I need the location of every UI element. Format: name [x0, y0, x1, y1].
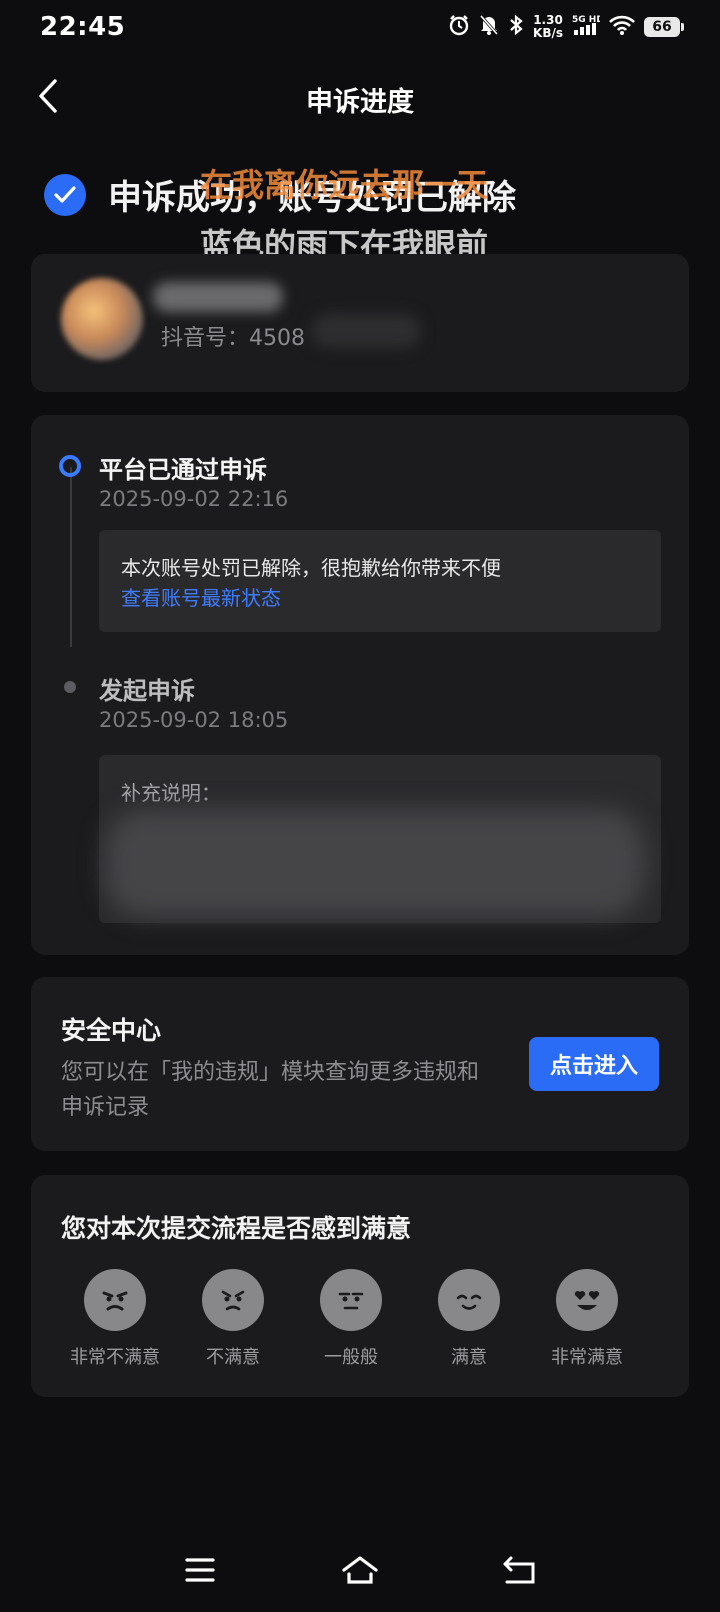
- status-bar: 22:45 1.30 KB/s 5G HD 66: [0, 0, 720, 58]
- user-card: 抖音号：4508: [31, 254, 689, 392]
- rating-label: 满意: [451, 1347, 487, 1368]
- step1-note: 本次账号处罚已解除，很抱歉给你带来不便 查看账号最新状态: [99, 530, 661, 632]
- system-nav-bar: [0, 1540, 720, 1600]
- feedback-title: 您对本次提交流程是否感到满意: [61, 1214, 412, 1243]
- mute-bell-icon: [479, 14, 499, 40]
- home-button[interactable]: [335, 1548, 385, 1592]
- progress-card: 平台已通过申诉 2025-09-02 22:16 本次账号处罚已解除，很抱歉给你…: [31, 415, 689, 955]
- step2-note: 补充说明：: [99, 755, 661, 923]
- rating-label: 不满意: [206, 1347, 260, 1368]
- safety-center-card: 安全中心 您可以在「我的违规」模块查询更多违规和申诉记录 点击进入: [31, 977, 689, 1151]
- rating-dissatisfied[interactable]: 不满意: [173, 1269, 293, 1369]
- supplement-redacted: [105, 809, 645, 917]
- step1-note-text: 本次账号处罚已解除，很抱歉给你带来不便: [121, 556, 501, 580]
- step1-title: 平台已通过申诉: [99, 456, 267, 484]
- smiling-face-icon: [438, 1269, 500, 1331]
- lyric-overlay-line1: 在我离你远去那一天: [200, 166, 489, 204]
- rating-satisfied[interactable]: 满意: [409, 1269, 529, 1369]
- page-title: 申诉进度: [306, 87, 414, 118]
- back-arrow-icon: [503, 1556, 535, 1584]
- alarm-icon: [448, 14, 470, 40]
- rating-label: 非常不满意: [70, 1347, 160, 1368]
- view-account-status-link[interactable]: 查看账号最新状态: [121, 582, 281, 611]
- safety-desc: 您可以在「我的违规」模块查询更多违规和申诉记录: [61, 1060, 480, 1120]
- step2-time: 2025-09-02 18:05: [99, 708, 289, 732]
- timeline-line: [70, 467, 72, 647]
- step2-title: 发起申诉: [99, 677, 195, 705]
- clock: 22:45: [40, 12, 126, 42]
- back-nav-button[interactable]: [495, 1548, 545, 1592]
- id-redacted: [311, 314, 421, 348]
- heart-eyes-face-icon: [556, 1269, 618, 1331]
- feedback-card: 您对本次提交流程是否感到满意 非常不满意 不满意 一般般 满意 非常满意: [31, 1175, 689, 1397]
- status-icons: 1.30 KB/s 5G HD 66: [448, 14, 684, 40]
- timeline-dot-active: [59, 455, 81, 477]
- check-circle-icon: [44, 173, 86, 216]
- avatar: [61, 278, 143, 360]
- emoji-rating-row: 非常不满意 不满意 一般般 满意 非常满意: [31, 1269, 689, 1379]
- home-icon: [342, 1556, 378, 1584]
- neutral-face-icon: [320, 1269, 382, 1331]
- frowning-face-icon: [202, 1269, 264, 1331]
- rating-neutral[interactable]: 一般般: [291, 1269, 411, 1369]
- bluetooth-icon: [508, 14, 524, 40]
- net-speed: 1.30 KB/s: [533, 14, 563, 40]
- douyin-id: 抖音号：4508: [161, 326, 305, 351]
- rating-label: 一般般: [324, 1347, 378, 1368]
- step1-time: 2025-09-02 22:16: [99, 487, 289, 511]
- nickname-redacted: [153, 282, 283, 312]
- rating-label: 非常满意: [551, 1347, 623, 1368]
- rating-very-satisfied[interactable]: 非常满意: [527, 1269, 647, 1369]
- rating-very-dissatisfied[interactable]: 非常不满意: [55, 1269, 175, 1369]
- battery-icon: 66: [644, 17, 684, 37]
- menu-icon: [185, 1558, 215, 1582]
- net-speed-unit: KB/s: [533, 26, 563, 40]
- supplement-label: 补充说明：: [121, 781, 221, 805]
- angry-face-icon: [84, 1269, 146, 1331]
- menu-button[interactable]: [175, 1548, 225, 1592]
- timeline-dot-inactive: [64, 681, 76, 693]
- wifi-icon: [609, 14, 635, 40]
- enter-button[interactable]: 点击进入: [529, 1037, 659, 1091]
- header: 申诉进度: [0, 62, 720, 132]
- signal-5g-icon: 5G HD: [572, 14, 604, 40]
- safety-title: 安全中心: [61, 1016, 162, 1045]
